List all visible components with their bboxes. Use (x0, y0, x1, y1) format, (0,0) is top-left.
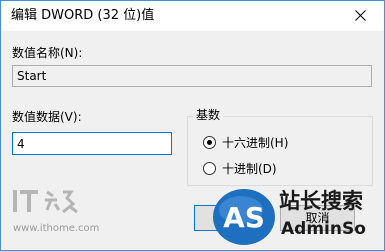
value-data-input[interactable] (12, 132, 172, 155)
radio-button[interactable] (203, 162, 216, 175)
close-icon (355, 10, 366, 21)
base-group-legend: 基数 (193, 107, 224, 123)
ithome-watermark-logo (11, 186, 83, 225)
base-groupbox (187, 116, 373, 186)
radio-hexadecimal-label: 十六进制(H) (222, 136, 289, 150)
radio-decimal-label: 十进制(D) (222, 162, 277, 176)
adminso-badge-text: AS (223, 201, 265, 234)
radio-button[interactable] (203, 136, 216, 149)
value-name-label: 数值名称(N): (12, 46, 83, 60)
value-name-field: Start (12, 65, 372, 87)
window-title: 编辑 DWORD (32 位)值 (11, 8, 155, 23)
ithome-watermark-url: www.ithome.com (13, 223, 100, 234)
close-button[interactable] (338, 1, 384, 31)
radio-selected-dot (207, 140, 212, 145)
dialog-window: 编辑 DWORD (32 位)值 数值名称(N): Start 数值数据(V):… (0, 0, 385, 251)
value-data-label: 数值数据(V): (12, 110, 82, 124)
adminso-watermark-cn: 站长搜索 (279, 189, 363, 213)
title-bar[interactable]: 编辑 DWORD (32 位)值 (1, 1, 384, 31)
adminso-badge-logo: AS (213, 189, 275, 245)
adminso-watermark: AS 站长搜索 AdminSo (211, 186, 384, 250)
adminso-watermark-en: AdminSo (281, 219, 366, 239)
